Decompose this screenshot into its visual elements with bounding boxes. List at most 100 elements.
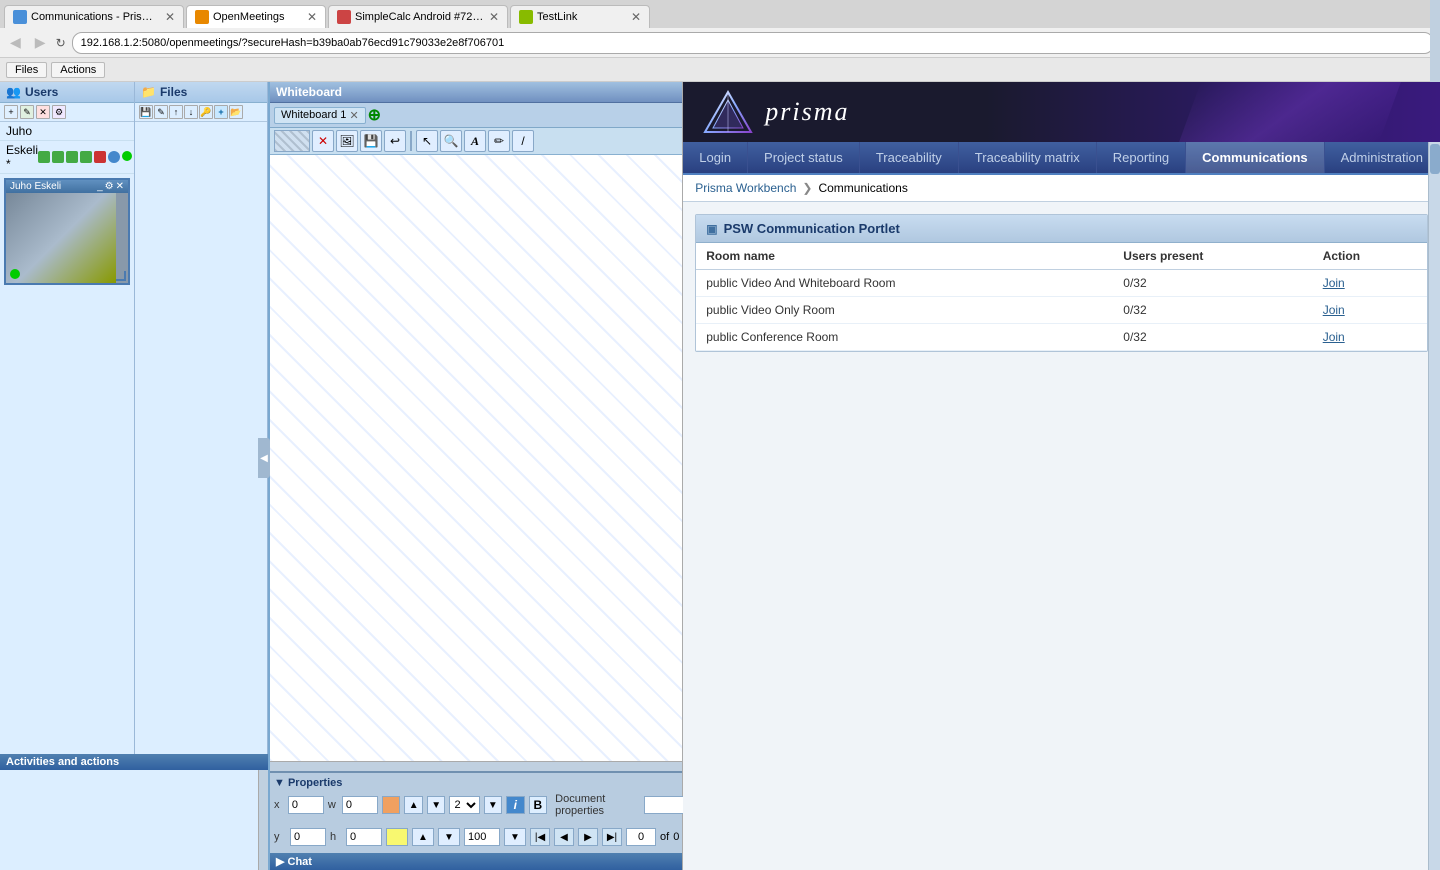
nav-next-icon[interactable]: ▶ [578,828,598,846]
undo-tool-icon[interactable]: ↩ [384,130,406,152]
nav-first-icon[interactable]: |◀ [530,828,550,846]
font-size-select[interactable]: 234 [449,796,479,814]
breadcrumb-home-link[interactable]: Prisma Workbench [695,181,796,195]
delete-tool-icon[interactable]: ✕ [312,130,334,152]
browser-toolbar: Files Actions [0,58,1440,82]
header-purple-streak [1179,82,1401,142]
tab-close-2[interactable]: ✕ [307,10,317,24]
settings-user-icon[interactable]: ⚙ [52,105,66,119]
forward-button[interactable]: ▶ [31,32,50,53]
add-file-icon[interactable]: + [214,105,228,119]
col-users-present: Users present [1113,243,1312,270]
tab-communications[interactable]: Communications - Prisma Work… ✕ [4,5,184,28]
y-input[interactable] [290,828,326,846]
chat-bar[interactable]: ▶ Chat [270,853,682,870]
save-tool-icon[interactable]: 💾 [360,130,382,152]
actions-button[interactable]: Actions [51,62,105,78]
font-size-down-icon[interactable]: ▼ [484,796,503,814]
prisma-title: prisma [765,97,849,127]
key-icon[interactable]: 🔑 [199,105,213,119]
nav-item-reporting[interactable]: Reporting [1097,142,1186,173]
tab-close-4[interactable]: ✕ [631,10,641,24]
edit-file-icon[interactable]: ✎ [154,105,168,119]
line-tool-icon[interactable]: / [512,130,534,152]
opacity-down-icon[interactable]: ▼ [504,828,526,846]
files-button[interactable]: Files [6,62,47,78]
back-button[interactable]: ◀ [6,32,25,53]
minimize-icon[interactable]: _ [97,181,103,192]
nav-item-login[interactable]: Login [683,142,748,173]
opacity-input[interactable] [464,828,500,846]
resize-handle[interactable] [116,271,126,281]
users-count-1: 0/32 [1113,270,1312,297]
upload-icon[interactable]: ↑ [169,105,183,119]
nav-item-administration[interactable]: Administration [1325,142,1440,173]
settings-video-icon[interactable]: ⚙ [105,181,114,192]
edit-user-icon[interactable]: ✎ [20,105,34,119]
files-panel: 📁 Files 💾 ✎ ↑ ↓ 🔑 + 📂 [135,82,268,754]
properties-header[interactable]: ▼ Properties [274,777,678,789]
video-titlebar: Juho Eskeli _ ⚙ ✕ [6,180,128,193]
activity-content [0,770,268,870]
image-tool-icon[interactable]: 🖼 [336,130,358,152]
close-video-icon[interactable]: ✕ [116,181,124,192]
tab-simplecalc[interactable]: SimpleCalc Android #72 [Jenk… ✕ [328,5,508,28]
color-picker-yellow[interactable] [386,828,408,846]
tab-close-1[interactable]: ✕ [165,10,175,24]
text-tool-icon[interactable]: A [464,130,486,152]
user-name-juho: Juho [6,124,32,138]
portlet-title: PSW Communication Portlet [724,221,900,236]
nav-prev-icon[interactable]: ◀ [554,828,574,846]
nav-last-icon[interactable]: ▶| [602,828,622,846]
scrollbar-thumb[interactable] [1430,144,1440,174]
join-link-2[interactable]: Join [1323,303,1345,317]
whiteboard-scrollbar-h[interactable] [270,761,682,771]
address-input[interactable] [72,32,1434,54]
download-icon[interactable]: ↓ [184,105,198,119]
cursor-tool-icon[interactable]: ↖ [416,130,438,152]
new-folder-icon[interactable]: 📂 [229,105,243,119]
tab-close-3[interactable]: ✕ [489,10,499,24]
users-actions-bar: + ✎ ✕ ⚙ [0,103,134,122]
nav-item-project-status[interactable]: Project status [748,142,860,173]
wb-tab-close-icon[interactable]: ✕ [349,109,358,122]
whiteboard-toolbar: ✕ 🖼 💾 ↩ ↖ 🔍 A ✏ / [270,128,682,155]
wb-add-tab-icon[interactable]: ⊕ [368,105,381,125]
add-user-icon[interactable]: + [4,105,18,119]
nav-item-traceability[interactable]: Traceability [860,142,959,173]
nav-item-traceability-matrix[interactable]: Traceability matrix [959,142,1097,173]
activity-scrollbar[interactable] [258,770,268,870]
content-area: ▣ PSW Communication Portlet Room name Us… [683,202,1440,870]
arrow-down-2-icon[interactable]: ▼ [438,828,460,846]
whiteboard-canvas[interactable]: ◀ [270,155,682,761]
check-icon-3 [66,151,78,163]
tab-title-4: TestLink [537,11,627,23]
join-link-3[interactable]: Join [1323,330,1345,344]
right-scrollbar[interactable] [1428,142,1440,870]
x-input[interactable] [288,796,324,814]
join-link-1[interactable]: Join [1323,276,1345,290]
nav-item-communications[interactable]: Communications [1186,142,1324,173]
w-input[interactable] [342,796,378,814]
arrow-down-icon[interactable]: ▼ [427,796,446,814]
refresh-button[interactable]: ↻ [56,36,66,50]
arrow-up-icon[interactable]: ▲ [404,796,423,814]
color-picker-orange[interactable] [382,796,401,814]
users-header-label: Users [25,85,58,99]
delete-user-icon[interactable]: ✕ [36,105,50,119]
address-bar: ◀ ▶ ↻ [0,28,1440,58]
italic-button[interactable]: i [506,796,525,814]
save-file-icon[interactable]: 💾 [139,105,153,119]
bold-button[interactable]: B [529,796,548,814]
pen-tool-icon[interactable]: ✏ [488,130,510,152]
whiteboard-tab-1[interactable]: Whiteboard 1 ✕ [274,107,366,124]
h-input[interactable] [346,828,382,846]
separator [410,131,412,151]
arrow-up-2-icon[interactable]: ▲ [412,828,434,846]
tab-testlink[interactable]: TestLink ✕ [510,5,650,28]
tab-openmeetings[interactable]: OpenMeetings ✕ [186,5,326,28]
zoom-tool-icon[interactable]: 🔍 [440,130,462,152]
collapse-handle[interactable]: ◀ [258,438,270,478]
y-label: y [274,831,286,843]
page-input[interactable] [626,828,656,846]
